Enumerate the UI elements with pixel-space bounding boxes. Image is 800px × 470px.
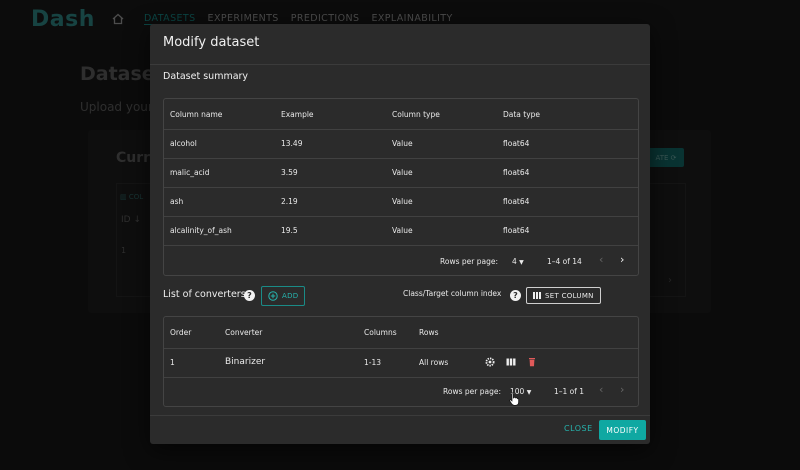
cell-column-name: alcalinity_of_ash — [170, 226, 232, 235]
table-header-row: Column name Example Column type Data typ… — [164, 99, 638, 130]
pagination-range: 1–1 of 1 — [554, 387, 585, 396]
cell-data-type: float64 — [503, 168, 530, 177]
columns-icon[interactable] — [506, 357, 516, 367]
chevron-down-icon: ▼ — [519, 259, 524, 266]
table-row: malic_acid 3.59 Value float64 — [164, 158, 638, 188]
cell-example: 19.5 — [281, 226, 298, 235]
column-header[interactable]: Data type — [503, 110, 540, 119]
cell-column-name: malic_acid — [170, 168, 210, 177]
table-row: alcohol 13.49 Value float64 — [164, 129, 638, 159]
dialog-title: Modify dataset — [163, 35, 260, 50]
close-button[interactable]: CLOSE — [564, 424, 593, 433]
cell-example: 2.19 — [281, 197, 298, 206]
column-header[interactable]: Column name — [170, 110, 222, 119]
help-icon[interactable]: ? — [244, 290, 255, 301]
hand-cursor-icon — [509, 392, 519, 406]
modify-dataset-dialog: Modify dataset Dataset summary Column na… — [150, 24, 650, 444]
column-header[interactable]: Order — [170, 328, 191, 337]
cell-data-type: float64 — [503, 197, 530, 206]
cell-example: 3.59 — [281, 168, 298, 177]
cell-column-name: ash — [170, 197, 184, 206]
settings-gear-icon[interactable] — [485, 357, 495, 367]
chevron-down-icon: ▼ — [526, 389, 532, 396]
add-label: ADD — [282, 292, 299, 300]
cell-column-type: Value — [392, 197, 413, 206]
column-header[interactable]: Converter — [225, 328, 262, 337]
table-row: 1 Binarizer 1-13 All rows — [164, 348, 638, 378]
cell-order: 1 — [170, 358, 175, 367]
converters-title: List of converters — [163, 289, 246, 300]
cell-column-name: alcohol — [170, 139, 197, 148]
previous-page-icon[interactable]: ‹ — [599, 253, 603, 266]
columns-icon — [533, 292, 541, 299]
dataset-summary-table: Column name Example Column type Data typ… — [163, 98, 639, 276]
modify-button[interactable]: MODIFY — [599, 420, 646, 440]
cell-column-type: Value — [392, 139, 413, 148]
add-circle-icon — [268, 291, 278, 301]
target-column-label: Class/Target column index — [403, 289, 502, 298]
column-header[interactable]: Example — [281, 110, 314, 119]
help-icon[interactable]: ? — [510, 290, 521, 301]
previous-page-icon[interactable]: ‹ — [599, 383, 603, 396]
column-header[interactable]: Column type — [392, 110, 440, 119]
next-page-icon[interactable]: › — [620, 253, 624, 266]
cell-rows: All rows — [419, 358, 449, 367]
cell-columns: 1-13 — [364, 358, 382, 367]
next-page-icon[interactable]: › — [620, 383, 624, 396]
delete-trash-icon[interactable] — [527, 357, 537, 367]
table-header-row: Order Converter Columns Rows — [164, 317, 638, 349]
pagination-range: 1–4 of 14 — [547, 257, 582, 266]
column-header[interactable]: Rows — [419, 328, 439, 337]
table-row: alcalinity_of_ash 19.5 Value float64 — [164, 216, 638, 246]
cell-example: 13.49 — [281, 139, 303, 148]
table-row: ash 2.19 Value float64 — [164, 187, 638, 217]
cell-data-type: float64 — [503, 226, 530, 235]
rows-per-page-label: Rows per page: — [443, 387, 501, 396]
set-column-label: SET COLUMN — [545, 291, 594, 300]
dataset-summary-title: Dataset summary — [163, 71, 249, 82]
converters-table: Order Converter Columns Rows 1 Binarizer… — [163, 316, 639, 407]
add-converter-button[interactable]: ADD — [261, 286, 306, 306]
cell-data-type: float64 — [503, 139, 530, 148]
cell-column-type: Value — [392, 168, 413, 177]
rows-per-page-label: Rows per page: — [440, 257, 498, 266]
column-header[interactable]: Columns — [364, 328, 397, 337]
cell-converter: Binarizer — [225, 357, 266, 367]
cell-column-type: Value — [392, 226, 413, 235]
rows-per-page-select[interactable]: 4 ▼ — [512, 257, 524, 266]
set-column-button[interactable]: SET COLUMN — [526, 287, 601, 304]
